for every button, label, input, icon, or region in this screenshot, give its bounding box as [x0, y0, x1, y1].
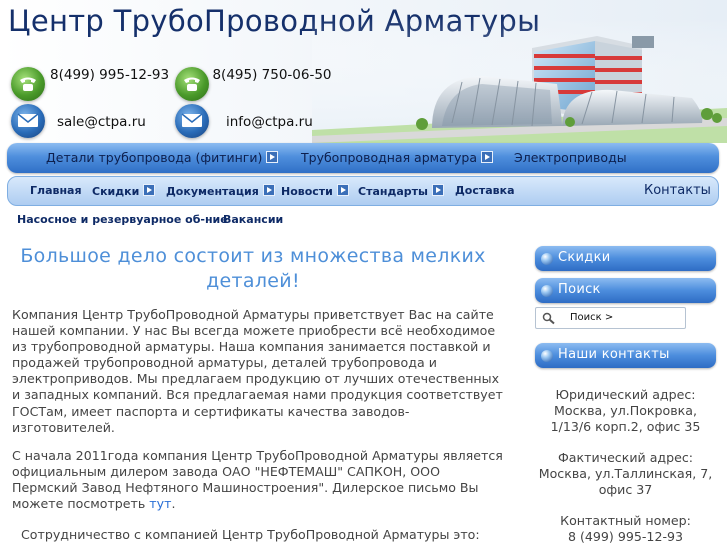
nav-fittings[interactable]: Детали трубопровода (фитинги)	[46, 150, 279, 165]
dealer-letter-link[interactable]: тут	[149, 496, 171, 511]
nav-contacts[interactable]: Контакты	[644, 183, 711, 198]
nav-pipeline-valves-label: Трубопроводная арматура	[301, 150, 478, 165]
bullet-ball-icon	[541, 253, 553, 265]
email-info[interactable]: info@ctpa.ru	[226, 113, 313, 131]
sidebar-contacts[interactable]: Наши контакты	[535, 343, 716, 368]
arrow-right-icon	[481, 151, 494, 163]
phone-icon	[11, 67, 45, 101]
arrow-right-icon	[266, 151, 279, 163]
nav-home[interactable]: Главная	[30, 184, 82, 197]
nav-delivery[interactable]: Доставка	[455, 184, 515, 197]
phone-icon	[175, 67, 209, 101]
phone-number-2[interactable]: 8(495) 750-06-50	[212, 66, 332, 84]
sidebar-search[interactable]: Поиск	[535, 278, 716, 303]
nav-standards[interactable]: Стандарты	[358, 184, 444, 198]
dealer-paragraph: С начала 2011года компания Центр ТрубоПр…	[12, 448, 508, 512]
nav-electric-drives[interactable]: Электроприводы	[514, 150, 627, 165]
nav-documentation[interactable]: Документация	[166, 184, 275, 198]
sidebar-discounts[interactable]: Скидки	[535, 246, 716, 271]
sidebar-search-label: Поиск	[558, 282, 601, 297]
search-icon	[542, 312, 555, 325]
arrow-right-icon	[143, 184, 156, 196]
primary-nav: Детали трубопровода (фитинги) Трубопрово…	[7, 143, 719, 173]
secondary-nav: Главная Скидки Документация Новости Стан…	[7, 176, 719, 206]
arrow-right-icon	[336, 184, 349, 196]
nav-standards-label: Стандарты	[358, 185, 428, 198]
cooperation-paragraph: Сотрудничество с компанией Центр ТрубоПр…	[21, 527, 480, 542]
mail-icon	[11, 104, 45, 138]
dealer-paragraph-end: .	[171, 496, 176, 512]
bullet-ball-icon	[541, 285, 553, 297]
nav-vacancies[interactable]: Вакансии	[223, 213, 283, 226]
nav-discounts-label: Скидки	[92, 185, 140, 198]
email-sale[interactable]: sale@ctpa.ru	[57, 113, 146, 131]
nav-news-label: Новости	[281, 185, 333, 198]
contact-number[interactable]: 8 (499) 995-12-93	[535, 529, 716, 545]
mail-icon	[175, 104, 209, 138]
nav-fittings-label: Детали трубопровода (фитинги)	[46, 150, 263, 165]
site-header: Центр ТрубоПроводной Арматуры 8(499) 995…	[0, 0, 727, 143]
nav-news[interactable]: Новости	[281, 184, 349, 198]
phone-number-1[interactable]: 8(499) 995-12-93	[50, 66, 169, 84]
sidebar-contacts-label: Наши контакты	[558, 347, 670, 362]
nav-contacts-label: Контакты	[644, 183, 711, 198]
contact-number-label: Контактный номер:	[560, 513, 691, 528]
legal-address: Юридический адрес: Москва, ул.Покровка, …	[550, 387, 701, 434]
sidebar-discounts-label: Скидки	[558, 250, 611, 265]
arrow-right-icon	[262, 184, 275, 196]
nav-pipeline-valves[interactable]: Трубопроводная арматура	[301, 150, 494, 165]
nav-discounts[interactable]: Скидки	[92, 184, 156, 198]
nav-pumps-tanks[interactable]: Насосное и резервуарное об-ние	[17, 213, 228, 226]
nav-electric-drives-label: Электроприводы	[514, 150, 627, 165]
main-heading: Большое дело состоит из множества мелких…	[20, 245, 486, 292]
bullet-ball-icon	[541, 350, 553, 362]
search-input[interactable]: Поиск >	[535, 307, 686, 329]
search-placeholder: Поиск >	[570, 312, 614, 323]
building-illustration	[312, 18, 727, 143]
arrow-right-icon	[431, 184, 444, 196]
dealer-paragraph-text: С начала 2011года компания Центр ТрубоПр…	[12, 448, 503, 512]
actual-address: Фактический адрес: Москва, ул.Таллинская…	[538, 450, 713, 497]
intro-paragraph: Компания Центр ТрубоПроводной Арматуры п…	[12, 307, 503, 435]
nav-home-label: Главная	[30, 184, 82, 197]
nav-delivery-label: Доставка	[455, 184, 515, 197]
nav-documentation-label: Документация	[166, 185, 259, 198]
